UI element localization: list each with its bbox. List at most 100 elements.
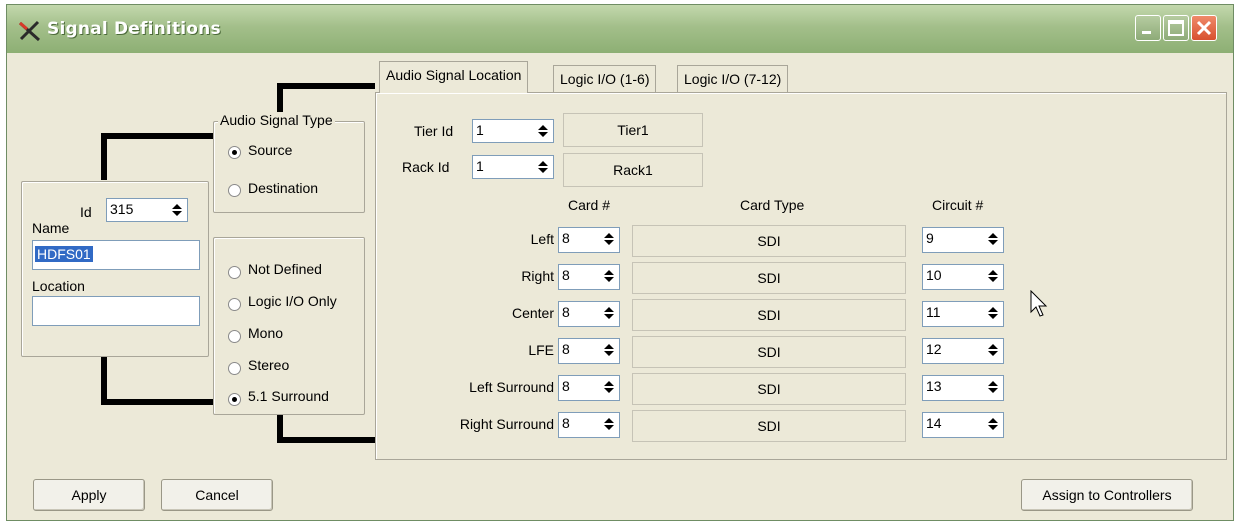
surround-radio[interactable]	[228, 393, 241, 406]
card-spinner[interactable]: 8	[558, 412, 620, 438]
source-radio[interactable]	[228, 146, 241, 159]
card-value: 8	[562, 378, 570, 394]
circuit-value: 14	[926, 415, 942, 431]
channel-label: Center	[511, 305, 554, 321]
circuit-number-header: Circuit #	[932, 197, 984, 213]
id-value: 315	[110, 201, 134, 217]
spin-arrows-icon[interactable]	[602, 342, 616, 358]
app-icon	[18, 20, 41, 42]
spin-arrows-icon[interactable]	[602, 379, 616, 395]
circuit-value: 12	[926, 341, 942, 357]
logic-io-only-label[interactable]: Logic I/O Only	[248, 293, 337, 309]
rack-name-display: Rack1	[563, 153, 703, 187]
mono-radio[interactable]	[228, 330, 241, 343]
location-field[interactable]	[32, 296, 200, 326]
card-number-header: Card #	[568, 197, 611, 213]
surround-label[interactable]: 5.1 Surround	[248, 388, 329, 404]
card-value: 8	[562, 415, 570, 431]
wire-left-bottom-vertical	[101, 357, 107, 405]
cancel-button[interactable]: Cancel	[161, 479, 273, 511]
source-label[interactable]: Source	[248, 142, 292, 158]
signal-format-group: Not Defined Logic I/O Only Mono Stereo 5…	[213, 237, 365, 415]
close-icon	[1196, 20, 1212, 36]
spin-arrows-icon[interactable]	[602, 231, 616, 247]
wire-right-bottom-horizontal	[277, 437, 375, 443]
circuit-spinner[interactable]: 11	[922, 301, 1004, 327]
destination-label[interactable]: Destination	[248, 180, 318, 196]
spin-arrows-icon[interactable]	[986, 379, 1000, 395]
stereo-label[interactable]: Stereo	[248, 357, 289, 373]
card-spinner[interactable]: 8	[558, 338, 620, 364]
name-label: Name	[32, 220, 70, 236]
audio-signal-type-legend: Audio Signal Type	[218, 112, 335, 128]
audio-signal-location-panel: Tier Id 1 Tier1 Rack Id 1 Rack1 Card # C…	[375, 92, 1227, 460]
rack-id-value: 1	[476, 158, 484, 174]
card-value: 8	[562, 341, 570, 357]
signal-definitions-window: Signal Definitions Id 315 Name HDFS01 Lo…	[6, 4, 1234, 521]
spin-arrows-icon[interactable]	[536, 159, 550, 175]
id-spinner[interactable]: 315	[106, 198, 188, 222]
apply-label: Apply	[71, 487, 107, 503]
tab-logic-io-7-12[interactable]: Logic I/O (7-12)	[677, 65, 789, 93]
not-defined-label[interactable]: Not Defined	[248, 261, 322, 277]
destination-radio[interactable]	[228, 184, 241, 197]
spin-arrows-icon[interactable]	[986, 305, 1000, 321]
name-field[interactable]: HDFS01	[32, 240, 200, 270]
circuit-spinner[interactable]: 9	[922, 227, 1004, 253]
audio-signal-type-group: Audio Signal Type Source Destination	[213, 112, 365, 213]
card-value: 8	[562, 304, 570, 320]
rack-id-spinner[interactable]: 1	[472, 155, 554, 179]
maximize-icon	[1168, 20, 1184, 36]
maximize-button[interactable]	[1163, 15, 1189, 41]
circuit-spinner[interactable]: 13	[922, 375, 1004, 401]
spin-arrows-icon[interactable]	[602, 268, 616, 284]
mono-label[interactable]: Mono	[248, 325, 283, 341]
card-value: 8	[562, 230, 570, 246]
card-spinner[interactable]: 8	[558, 227, 620, 253]
close-button[interactable]	[1191, 15, 1217, 41]
channel-label: Left	[530, 231, 554, 247]
card-spinner[interactable]: 8	[558, 264, 620, 290]
not-defined-radio[interactable]	[228, 266, 241, 279]
logic-io-only-radio[interactable]	[228, 298, 241, 311]
circuit-value: 9	[926, 230, 934, 246]
tier-id-value: 1	[476, 122, 484, 138]
card-type-display: SDI	[632, 262, 906, 294]
spin-arrows-icon[interactable]	[602, 305, 616, 321]
apply-button[interactable]: Apply	[33, 479, 145, 511]
spin-arrows-icon[interactable]	[986, 268, 1000, 284]
spin-arrows-icon[interactable]	[986, 416, 1000, 432]
cancel-label: Cancel	[195, 487, 239, 503]
card-type-display: SDI	[632, 373, 906, 405]
minimize-icon	[1142, 31, 1151, 34]
card-value: 8	[562, 267, 570, 283]
minimize-button[interactable]	[1135, 15, 1161, 41]
wire-left-bottom-horizontal	[101, 399, 213, 405]
card-type-display: SDI	[632, 299, 906, 331]
tier-name-display: Tier1	[563, 113, 703, 147]
circuit-spinner[interactable]: 10	[922, 264, 1004, 290]
stereo-radio[interactable]	[228, 362, 241, 375]
circuit-spinner[interactable]: 14	[922, 412, 1004, 438]
rack-id-label: Rack Id	[402, 159, 450, 175]
tab-logic-io-1-6[interactable]: Logic I/O (1-6)	[553, 65, 657, 93]
channel-label: Left Surround	[469, 379, 554, 395]
spin-arrows-icon[interactable]	[986, 342, 1000, 358]
location-label: Location	[32, 278, 85, 294]
circuit-value: 10	[926, 267, 942, 283]
circuit-spinner[interactable]: 12	[922, 338, 1004, 364]
channel-label: Right Surround	[459, 416, 554, 432]
spin-arrows-icon[interactable]	[602, 416, 616, 432]
tier-id-spinner[interactable]: 1	[472, 119, 554, 143]
spin-arrows-icon[interactable]	[986, 231, 1000, 247]
card-spinner[interactable]: 8	[558, 301, 620, 327]
id-label: Id	[80, 204, 92, 220]
assign-to-controllers-button[interactable]: Assign to Controllers	[1021, 479, 1193, 511]
tier-id-label: Tier Id	[414, 123, 454, 139]
tab-audio-signal-location[interactable]: Audio Signal Location	[379, 61, 529, 93]
card-spinner[interactable]: 8	[558, 375, 620, 401]
spin-arrows-icon[interactable]	[170, 202, 184, 218]
spin-arrows-icon[interactable]	[536, 123, 550, 139]
card-type-header: Card Type	[740, 197, 805, 213]
title-bar[interactable]: Signal Definitions	[7, 5, 1233, 53]
